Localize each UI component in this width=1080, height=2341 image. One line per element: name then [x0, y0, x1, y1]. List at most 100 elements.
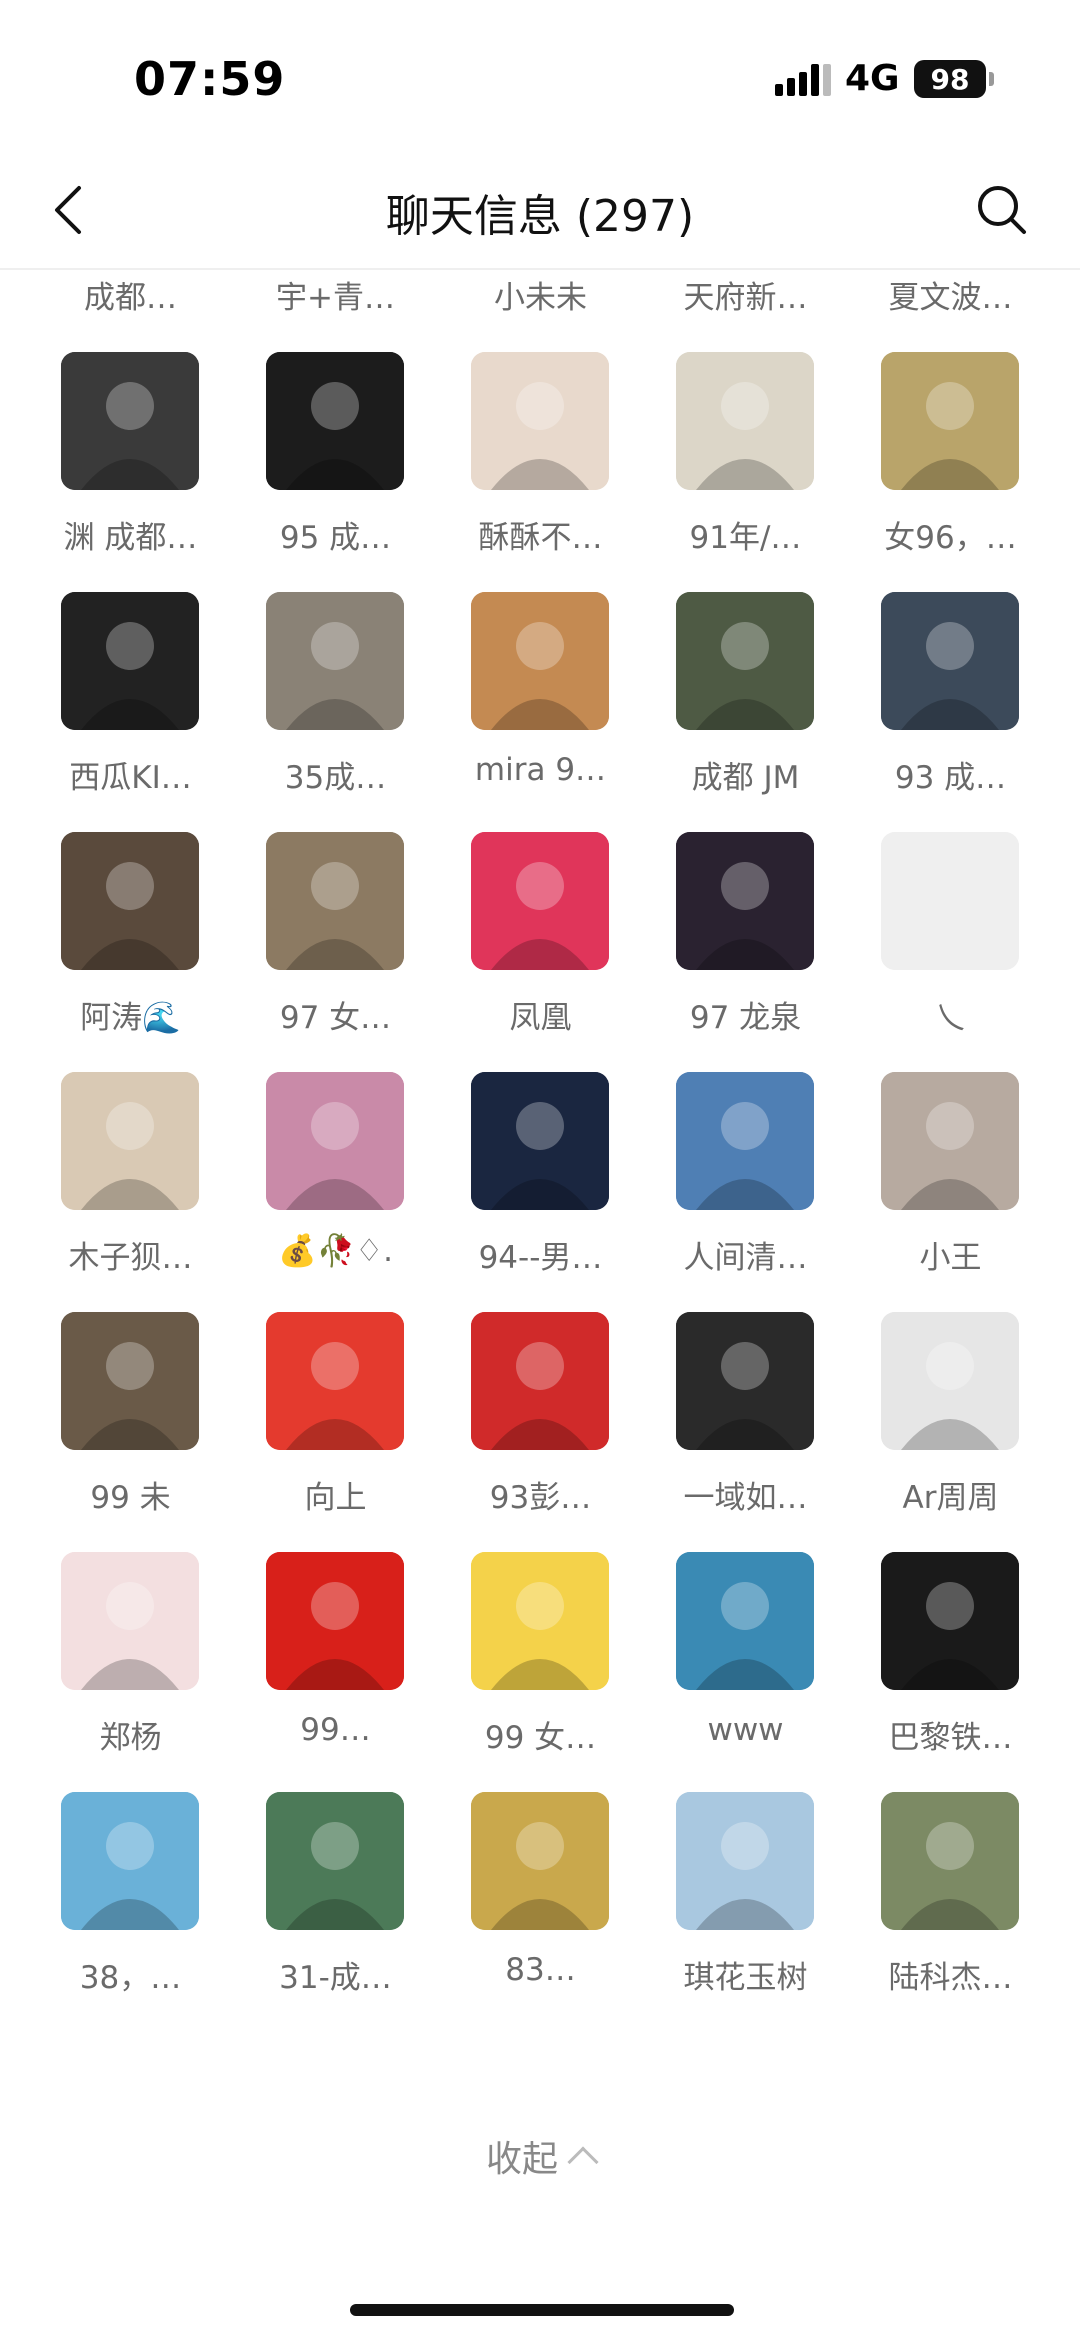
member-item[interactable]: 95 成…: [233, 352, 438, 592]
avatar[interactable]: [61, 832, 199, 970]
member-item[interactable]: 阿涛🌊: [28, 832, 233, 1072]
member-grid-viewport[interactable]: 成都… 宇+青… 小未未 天府新… 夏文波… 渊 成都… 95 成… 酥酥不… 91年/… 女96…: [0, 270, 1080, 2070]
member-item[interactable]: 琪花玉树: [643, 1792, 848, 2032]
member-item[interactable]: 一域如…: [643, 1312, 848, 1552]
member-item[interactable]: 小未未: [438, 270, 643, 352]
member-item[interactable]: 99…: [233, 1552, 438, 1792]
member-item[interactable]: 成都 JM: [643, 592, 848, 832]
collapse-button[interactable]: 收起: [0, 2130, 1080, 2182]
avatar[interactable]: [676, 352, 814, 490]
search-icon: [978, 186, 1026, 234]
member-name: 38，…: [79, 1960, 182, 1996]
avatar[interactable]: [881, 1552, 1019, 1690]
avatar-image: [471, 1792, 609, 1930]
member-item[interactable]: www: [643, 1552, 848, 1792]
member-item[interactable]: 天府新…: [643, 270, 848, 352]
member-item[interactable]: 凤凰: [438, 832, 643, 1072]
avatar[interactable]: [881, 352, 1019, 490]
member-item[interactable]: 94--男…: [438, 1072, 643, 1312]
avatar[interactable]: [881, 592, 1019, 730]
member-item[interactable]: 成都…: [28, 270, 233, 352]
member-item[interactable]: 女96，…: [848, 352, 1053, 592]
member-item[interactable]: 97 女…: [233, 832, 438, 1072]
avatar-image: [471, 1552, 609, 1690]
avatar-image: [61, 1072, 199, 1210]
avatar[interactable]: [471, 352, 609, 490]
avatar[interactable]: [881, 832, 1019, 970]
member-name: 95 成…: [279, 520, 392, 556]
avatar[interactable]: [266, 352, 404, 490]
member-name: www: [707, 1712, 784, 1748]
battery-level: 98: [930, 62, 970, 96]
avatar[interactable]: [61, 352, 199, 490]
avatar[interactable]: [266, 1312, 404, 1450]
avatar[interactable]: [676, 1312, 814, 1450]
member-name: 成都 JM: [691, 760, 800, 796]
avatar[interactable]: [266, 1552, 404, 1690]
member-item[interactable]: 陆科杰…: [848, 1792, 1053, 2032]
avatar[interactable]: [471, 1552, 609, 1690]
avatar[interactable]: [266, 832, 404, 970]
avatar-image: [266, 1312, 404, 1450]
status-time: 07:59: [134, 52, 286, 106]
avatar[interactable]: [471, 592, 609, 730]
member-item[interactable]: 夏文波…: [848, 270, 1053, 352]
member-item[interactable]: 91年/…: [643, 352, 848, 592]
member-item[interactable]: 人间清…: [643, 1072, 848, 1312]
search-button[interactable]: [972, 180, 1032, 240]
member-item[interactable]: 向上: [233, 1312, 438, 1552]
member-item[interactable]: 97 龙泉: [643, 832, 848, 1072]
member-name: 女96，…: [884, 520, 1017, 556]
member-item[interactable]: 宇+青…: [233, 270, 438, 352]
member-item[interactable]: 38，…: [28, 1792, 233, 2032]
member-item[interactable]: mira 9…: [438, 592, 643, 832]
avatar[interactable]: [266, 1792, 404, 1930]
avatar[interactable]: [676, 1552, 814, 1690]
avatar[interactable]: [61, 592, 199, 730]
member-item[interactable]: 渊 成都…: [28, 352, 233, 592]
avatar[interactable]: [471, 1792, 609, 1930]
avatar[interactable]: [676, 1792, 814, 1930]
member-item[interactable]: 99 未: [28, 1312, 233, 1552]
member-item[interactable]: 木子狈…: [28, 1072, 233, 1312]
member-item[interactable]: Ar周周: [848, 1312, 1053, 1552]
member-item[interactable]: 小王: [848, 1072, 1053, 1312]
avatar-image: [676, 352, 814, 490]
avatar[interactable]: [471, 832, 609, 970]
member-item[interactable]: 93彭…: [438, 1312, 643, 1552]
avatar[interactable]: [676, 832, 814, 970]
avatar-image: [676, 832, 814, 970]
member-item[interactable]: 郑杨: [28, 1552, 233, 1792]
avatar[interactable]: [61, 1072, 199, 1210]
member-item[interactable]: 35成…: [233, 592, 438, 832]
member-name: 阿涛🌊: [80, 1000, 181, 1036]
member-item[interactable]: 93 成…: [848, 592, 1053, 832]
member-name: Ar周周: [902, 1480, 999, 1516]
avatar[interactable]: [676, 592, 814, 730]
avatar[interactable]: [881, 1792, 1019, 1930]
avatar-image: [266, 832, 404, 970]
avatar[interactable]: [471, 1312, 609, 1450]
member-item[interactable]: 酥酥不…: [438, 352, 643, 592]
member-item[interactable]: 乀: [848, 832, 1053, 1072]
member-item[interactable]: 83…: [438, 1792, 643, 2032]
member-item[interactable]: 西瓜KI…: [28, 592, 233, 832]
member-item[interactable]: 99 女…: [438, 1552, 643, 1792]
avatar[interactable]: [61, 1792, 199, 1930]
avatar[interactable]: [61, 1312, 199, 1450]
avatar[interactable]: [676, 1072, 814, 1210]
avatar-image: [471, 592, 609, 730]
avatar[interactable]: [881, 1312, 1019, 1450]
avatar[interactable]: [881, 1072, 1019, 1210]
avatar-image: [61, 592, 199, 730]
avatar[interactable]: [471, 1072, 609, 1210]
avatar[interactable]: [266, 592, 404, 730]
member-name: 西瓜KI…: [69, 760, 192, 796]
avatar[interactable]: [61, 1552, 199, 1690]
member-item[interactable]: 巴黎铁…: [848, 1552, 1053, 1792]
avatar-image: [61, 352, 199, 490]
avatar[interactable]: [266, 1072, 404, 1210]
member-item[interactable]: 31-成…: [233, 1792, 438, 2032]
member-item[interactable]: 💰🥀♢.: [233, 1072, 438, 1312]
member-name: 99 女…: [484, 1720, 597, 1756]
